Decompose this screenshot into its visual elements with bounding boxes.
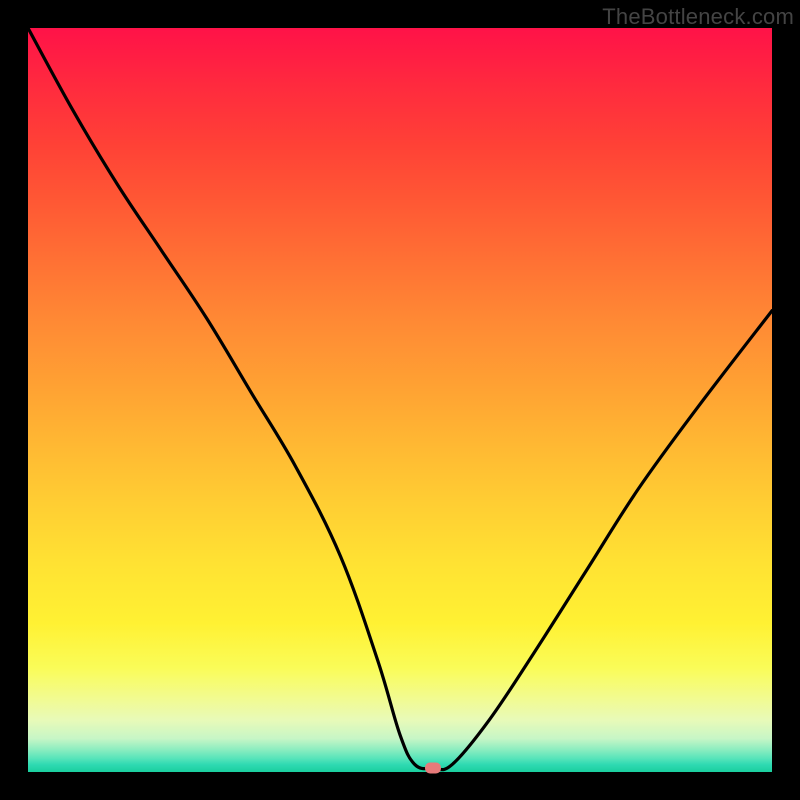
watermark-text: TheBottleneck.com: [602, 4, 794, 30]
bottleneck-curve: [28, 28, 772, 772]
chart-frame: TheBottleneck.com: [0, 0, 800, 800]
minimum-marker: [425, 763, 441, 774]
plot-area: [28, 28, 772, 772]
